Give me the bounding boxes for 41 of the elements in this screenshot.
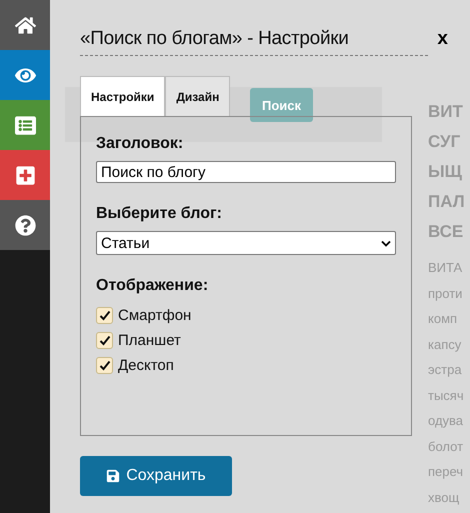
sidebar-item[interactable]	[0, 150, 50, 200]
checkbox-label: Смартфон	[118, 307, 192, 324]
article-text-line: тысяч	[428, 386, 465, 404]
article-text-line: капсу	[428, 336, 462, 354]
article-text-line: ВИТА	[428, 259, 464, 277]
article-text-line: переч	[428, 463, 464, 481]
tab[interactable]: Дизайн	[165, 76, 230, 116]
plus-icon	[14, 164, 36, 186]
sidebar-item[interactable]	[0, 0, 50, 50]
list-icon	[14, 114, 36, 136]
field-label: Отображение:	[96, 277, 210, 295]
close-button[interactable]: x	[437, 28, 448, 50]
sidebar-item[interactable]	[0, 200, 50, 250]
article-text-line: проти	[428, 284, 464, 303]
help-icon	[14, 214, 36, 236]
checkbox-label: Десктоп	[118, 357, 174, 374]
sidebar-item[interactable]	[0, 100, 50, 150]
article-heading-line: ПАЛ	[428, 191, 465, 213]
dialog-title: «Поиск по блогам» - Настройки	[80, 28, 349, 50]
save-button[interactable]: Сохранить	[80, 456, 232, 496]
home-icon	[14, 14, 36, 36]
checkbox[interactable]	[96, 307, 113, 324]
sidebar-item[interactable]	[0, 50, 50, 100]
article-heading-line: ЫЩ	[428, 161, 463, 183]
chevron-down-icon	[381, 240, 391, 246]
blog-select[interactable]: Статьи	[96, 231, 396, 255]
article-text-line: одува	[428, 412, 464, 430]
article-heading-line: ВИТ	[428, 101, 464, 123]
checkbox-label: Планшет	[118, 332, 181, 349]
checkbox[interactable]	[96, 332, 113, 349]
tab[interactable]: Настройки	[80, 76, 166, 116]
checkbox[interactable]	[96, 357, 113, 374]
article-text-line: комп	[428, 310, 458, 328]
article-text-line: болот	[428, 438, 464, 456]
field-label: Заголовок:	[96, 135, 184, 153]
title-input[interactable]: Поиск по блогу	[96, 161, 396, 183]
article-text-line: хвощ	[428, 488, 460, 507]
field-label: Выберите блог:	[96, 205, 223, 223]
article-heading-line: СУГ	[428, 131, 462, 153]
article-text-line: эстра	[428, 361, 463, 379]
article-heading-line: ВСЕ	[428, 221, 464, 243]
